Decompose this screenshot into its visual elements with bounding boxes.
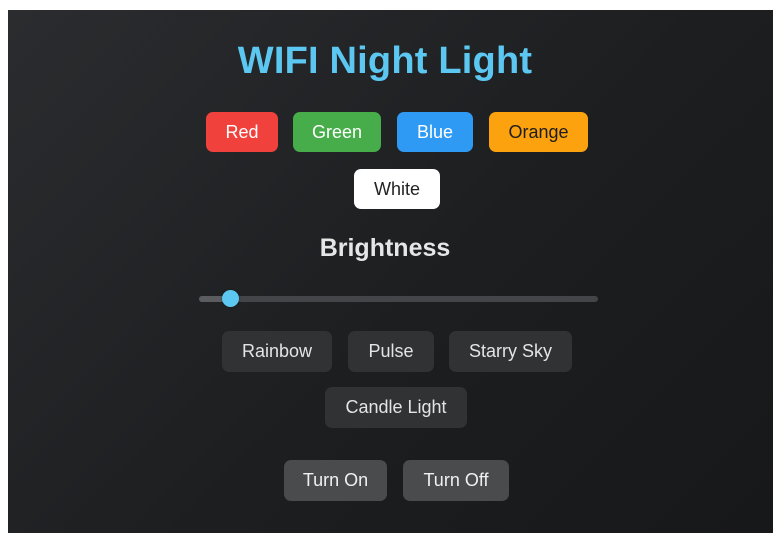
effect-button-pulse[interactable]: Pulse bbox=[348, 331, 434, 372]
color-button-orange[interactable]: Orange bbox=[489, 112, 588, 152]
page-title: WIFI Night Light bbox=[237, 40, 533, 82]
turn-off-button[interactable]: Turn Off bbox=[403, 460, 509, 501]
color-button-blue[interactable]: Blue bbox=[397, 112, 473, 152]
turn-on-button[interactable]: Turn On bbox=[284, 460, 387, 501]
brightness-slider-thumb[interactable] bbox=[222, 290, 240, 307]
color-button-white[interactable]: White bbox=[354, 169, 440, 209]
effect-button-rainbow[interactable]: Rainbow bbox=[222, 331, 332, 372]
brightness-heading: Brightness bbox=[319, 234, 451, 262]
effect-button-candle-light[interactable]: Candle Light bbox=[325, 387, 467, 428]
color-button-green[interactable]: Green bbox=[293, 112, 381, 152]
color-button-red[interactable]: Red bbox=[206, 112, 278, 152]
brightness-slider-track[interactable] bbox=[199, 296, 598, 302]
effect-button-starry-sky[interactable]: Starry Sky bbox=[449, 331, 572, 372]
app-frame: WIFI Night Light Red Green Blue Orange W… bbox=[8, 10, 773, 533]
